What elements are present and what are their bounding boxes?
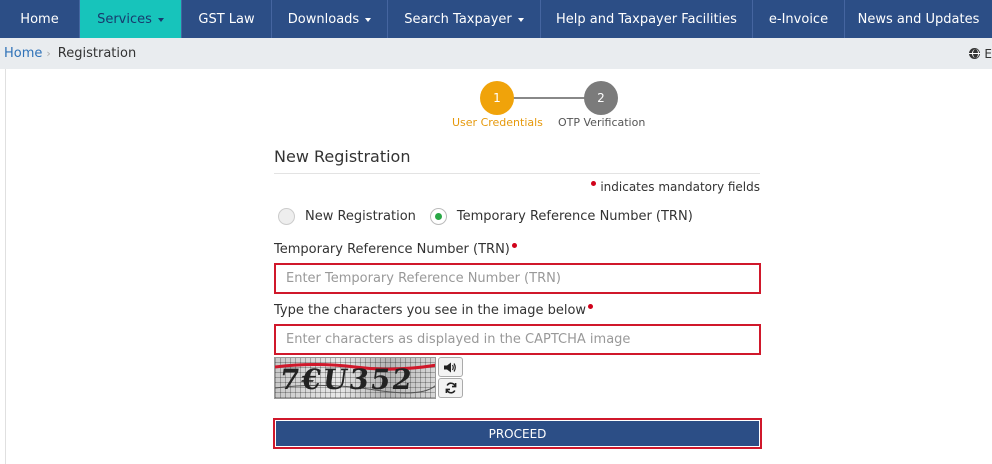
caret-down-icon [365, 18, 372, 22]
nav-services-label: Services [97, 11, 152, 27]
captcha-audio-button[interactable] [438, 357, 463, 377]
trn-label: Temporary Reference Number (TRN) [274, 242, 517, 257]
required-dot-icon [588, 303, 594, 309]
radio-trn[interactable] [429, 208, 447, 225]
breadcrumb: Home › Registration E [0, 38, 992, 69]
proceed-label: PROCEED [275, 420, 760, 447]
radio-new-registration-label[interactable]: New Registration [305, 209, 416, 224]
speaker-icon [444, 362, 456, 372]
captcha-label-text: Type the characters you see in the image… [274, 303, 587, 318]
nav-home[interactable]: Home [0, 0, 80, 38]
nav-home-label: Home [20, 11, 59, 27]
breadcrumb-current: Registration [57, 46, 137, 61]
chevron-right-icon: › [46, 47, 51, 60]
captcha-input[interactable] [274, 324, 761, 355]
stepper-connector [512, 97, 586, 99]
caret-down-icon [157, 18, 164, 22]
radio-new-registration[interactable] [278, 208, 295, 225]
form-divider [274, 173, 760, 174]
step-1-circle: 1 [480, 81, 514, 115]
trn-input[interactable] [274, 263, 761, 294]
required-dot-icon [591, 181, 597, 186]
registration-type-radios: New Registration Temporary Reference Num… [278, 208, 707, 225]
step-2-label: OTP Verification [558, 116, 646, 129]
proceed-button[interactable]: PROCEED [273, 418, 762, 449]
nav-news-label: News and Updates [857, 11, 980, 27]
captcha-graphic: 7€U352 [275, 363, 435, 396]
breadcrumb-home[interactable]: Home [4, 46, 42, 61]
nav-help[interactable]: Help and Taxpayer Facilities [541, 0, 753, 38]
nav-search-taxpayer-label: Search Taxpayer [404, 11, 512, 27]
radio-trn-label[interactable]: Temporary Reference Number (TRN) [457, 209, 693, 224]
required-dot-icon [511, 242, 517, 248]
step-1-label: User Credentials [452, 116, 543, 129]
captcha-label: Type the characters you see in the image… [274, 303, 594, 318]
nav-gst-law[interactable]: GST Law [182, 0, 272, 38]
nav-einvoice-label: e-Invoice [768, 11, 829, 27]
refresh-icon [445, 382, 456, 394]
mandatory-note: indicates mandatory fields [591, 180, 760, 194]
nav-einvoice[interactable]: e-Invoice [753, 0, 845, 38]
captcha-text: 7€U352 [278, 363, 416, 396]
trn-label-text: Temporary Reference Number (TRN) [274, 242, 510, 257]
captcha-image: 7€U352 [274, 357, 436, 399]
main-nav: Home Services GST Law Downloads Search T… [0, 0, 992, 38]
nav-downloads[interactable]: Downloads [272, 0, 388, 38]
nav-downloads-label: Downloads [287, 11, 360, 27]
language-selector[interactable]: E [969, 38, 992, 69]
nav-search-taxpayer[interactable]: Search Taxpayer [388, 0, 541, 38]
language-label: E [984, 46, 992, 61]
form-title: New Registration [274, 147, 411, 166]
nav-help-label: Help and Taxpayer Facilities [556, 11, 737, 27]
nav-services[interactable]: Services [80, 0, 182, 38]
step-2-number: 2 [597, 91, 605, 105]
captcha-refresh-button[interactable] [438, 378, 463, 398]
caret-down-icon [517, 18, 524, 22]
step-2-circle: 2 [584, 81, 618, 115]
nav-news[interactable]: News and Updates [845, 0, 992, 38]
globe-icon [969, 48, 981, 59]
mandatory-note-text: indicates mandatory fields [600, 180, 760, 194]
nav-gst-law-label: GST Law [198, 11, 255, 27]
step-1-number: 1 [493, 91, 501, 105]
